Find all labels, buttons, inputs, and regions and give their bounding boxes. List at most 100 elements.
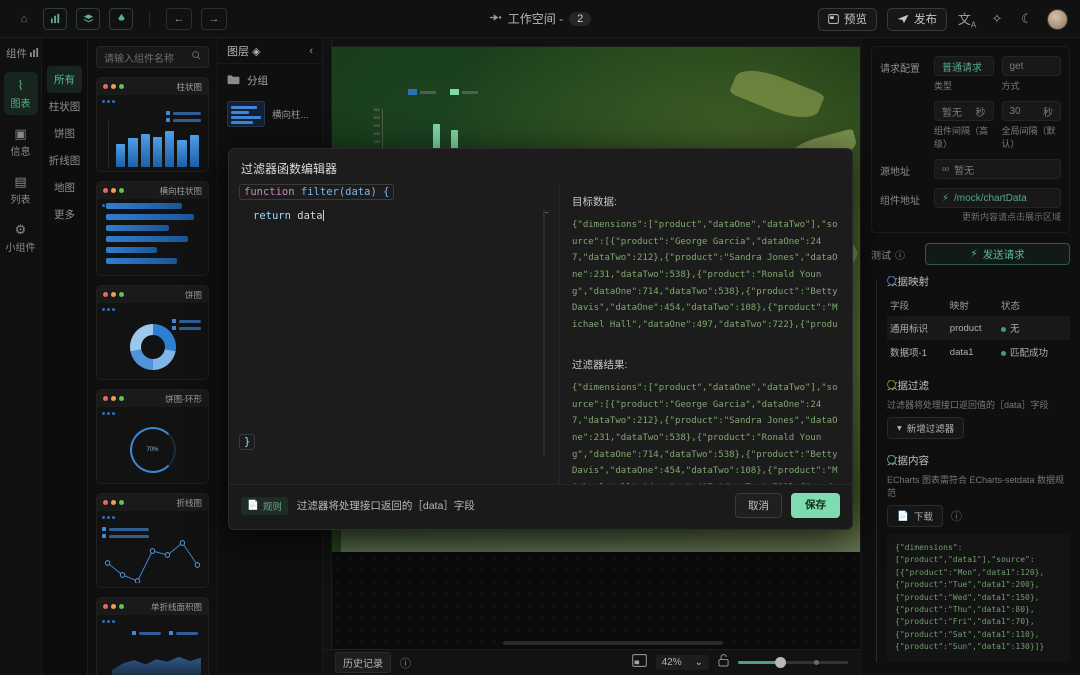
target-data-json: {"dimensions":["product","dataOne","data… — [572, 217, 840, 335]
modal-footer: 📄 规则 过滤器将处理接口返回的［data］字段 取消 保存 — [229, 484, 852, 526]
toolbar-divider — [149, 11, 150, 27]
category-bar[interactable]: 柱状图 — [42, 93, 87, 120]
component-card-ring[interactable]: 饼图-环形 70% — [96, 389, 209, 484]
zoom-select[interactable]: 42% ⌄ — [656, 655, 709, 670]
history-button[interactable]: 历史记录 — [335, 652, 391, 673]
card-thumbnail — [97, 303, 208, 379]
sidebar-item-list[interactable]: ▤ 列表 — [4, 168, 38, 211]
zoom-slider[interactable] — [738, 661, 848, 664]
save-button[interactable]: 保存 — [791, 493, 840, 518]
code-return-value: data — [297, 210, 322, 222]
component-card-line[interactable]: 折线图 — [96, 493, 209, 588]
sidebar-item-charts[interactable]: ⌇ 图表 — [4, 72, 38, 115]
layer-group-label: 分组 — [247, 73, 268, 88]
sidebar-item-widget[interactable]: ⚙ 小组件 — [4, 216, 38, 259]
sidebar-item-info[interactable]: ▣ 信息 — [4, 120, 38, 163]
row-mapping: data1 — [947, 340, 998, 364]
col-mapping: 映射 — [947, 294, 998, 316]
col-status: 状态 — [998, 294, 1070, 316]
translate-icon[interactable]: 文A — [957, 9, 977, 30]
canvas-grid[interactable] — [332, 552, 860, 651]
right-config-panel: 请求配置 普通请求 类型 get 方式 — [860, 38, 1080, 675]
table-row[interactable]: 通用标识 product 无 — [887, 316, 1070, 340]
data-content-title: 数据内容 — [887, 453, 1070, 468]
card-header: 饼图-环形 — [97, 390, 208, 407]
code-signature-line: function filter(data) { — [239, 184, 549, 200]
card-header: 柱状图 — [97, 78, 208, 95]
sidebar-item-label: 图表 — [4, 95, 38, 110]
sidebar-item-label: 列表 — [4, 191, 38, 206]
nav-forward-button[interactable]: → — [201, 8, 227, 30]
chart-legend — [408, 89, 478, 95]
fit-screen-icon[interactable] — [632, 654, 647, 672]
help-icon[interactable]: ⓘ — [895, 247, 905, 262]
left-rail: 组件 ⌇ 图表 ▣ 信息 ▤ 列表 ⚙ 小组件 — [0, 38, 42, 675]
chart-icon: ⌇ — [4, 78, 38, 93]
component-card-pie[interactable]: 饼图 — [96, 285, 209, 380]
data-filter-block: 数据过滤 过滤器将处理接口返回值的［data］字段 ▾ 新增过滤器 — [887, 378, 1070, 439]
legend-item-dataTwo — [450, 89, 478, 95]
layer-item[interactable]: 横向柱... — [218, 97, 322, 131]
document-icon: 📄 — [247, 500, 259, 511]
target-data-title: 目标数据: — [572, 194, 840, 209]
canvas-horizontal-scrollbar[interactable] — [503, 641, 723, 645]
editor-scrollbar[interactable] — [543, 210, 545, 456]
window-dots — [103, 396, 124, 401]
request-type-select[interactable]: 普通请求 — [934, 56, 994, 76]
magic-wand-icon[interactable]: ✧ — [987, 11, 1007, 27]
global-interval-input[interactable]: 30 秒 — [1002, 101, 1062, 121]
home-icon[interactable]: ⌂ — [14, 8, 34, 30]
search-input[interactable]: 请输入组件名称 — [96, 46, 209, 68]
filter-editor-modal[interactable]: 过滤器函数编辑器 function filter(data) { return … — [228, 148, 853, 530]
link-icon: ∞ — [942, 164, 949, 175]
layer-group[interactable]: 分组 — [218, 64, 322, 97]
category-line[interactable]: 折线图 — [42, 147, 87, 174]
component-address-input[interactable]: ⚡ /mock/chartData — [934, 188, 1061, 208]
data-filter-title: 数据过滤 — [887, 378, 1070, 393]
code-editor-area[interactable]: return data − } — [239, 206, 549, 474]
category-pie[interactable]: 饼图 — [42, 120, 87, 147]
table-row[interactable]: 数据项-1 data1 匹配成功 — [887, 340, 1070, 364]
cancel-button[interactable]: 取消 — [735, 493, 782, 518]
preview-button[interactable]: 预览 — [818, 8, 877, 31]
zoom-slider-midpoint — [814, 660, 819, 665]
component-interval-input[interactable]: 暂无 秒 — [934, 101, 994, 121]
component-card-bar[interactable]: 柱状图 — [96, 77, 209, 172]
request-type-sublabel: 类型 — [934, 79, 994, 92]
component-card-hbar[interactable]: 横向柱状图 — [96, 181, 209, 276]
rule-text: 过滤器将处理接口返回的［data］字段 — [297, 498, 475, 513]
card-title: 单折线面积图 — [151, 601, 202, 613]
nav-back-button[interactable]: ← — [166, 8, 192, 30]
layer-tool-icon[interactable] — [76, 8, 100, 30]
status-badge: 匹配成功 — [1010, 348, 1048, 359]
window-dots — [103, 84, 124, 89]
publish-button[interactable]: 发布 — [887, 8, 947, 31]
category-all[interactable]: 所有 — [47, 66, 82, 93]
theme-tool-icon[interactable] — [109, 8, 133, 30]
help-icon[interactable]: ⓘ — [951, 508, 962, 524]
rule-badge: 📄 规则 — [241, 497, 288, 515]
help-icon[interactable]: ⓘ — [400, 655, 411, 671]
download-button[interactable]: 📄 下载 — [887, 505, 943, 527]
moon-icon[interactable]: ☾ — [1017, 11, 1037, 27]
mapping-table: 字段 映射 状态 通用标识 product 无 数据项-1 data1 匹配成功 — [887, 294, 1070, 364]
user-avatar[interactable] — [1047, 9, 1068, 30]
add-filter-button[interactable]: ▾ 新增过滤器 — [887, 417, 964, 439]
component-card-area[interactable]: 单折线面积图 — [96, 597, 209, 675]
request-method-select[interactable]: get — [1002, 56, 1062, 76]
request-method-sublabel: 方式 — [1002, 79, 1062, 92]
chart-tool-icon[interactable] — [43, 8, 67, 30]
card-thumbnail — [97, 199, 208, 275]
source-address-input[interactable]: ∞ 暂无 — [934, 159, 1061, 179]
code-editor[interactable]: function filter(data) { return data − } — [229, 184, 559, 484]
interval-row: 暂无 秒 组件间隔（高级） 30 秒 全局间隔（默认） — [880, 101, 1061, 150]
send-request-button[interactable]: ⚡ 发送请求 — [925, 243, 1070, 265]
file-icon: 📄 — [897, 511, 909, 522]
category-more[interactable]: 更多 — [42, 201, 87, 228]
card-thumbnail — [97, 511, 208, 587]
zoom-slider-handle[interactable] — [775, 657, 786, 668]
lock-open-icon[interactable] — [718, 654, 729, 672]
category-map[interactable]: 地图 — [42, 174, 87, 201]
chevron-left-icon[interactable]: ‹ — [309, 45, 313, 57]
window-dots — [103, 188, 124, 193]
